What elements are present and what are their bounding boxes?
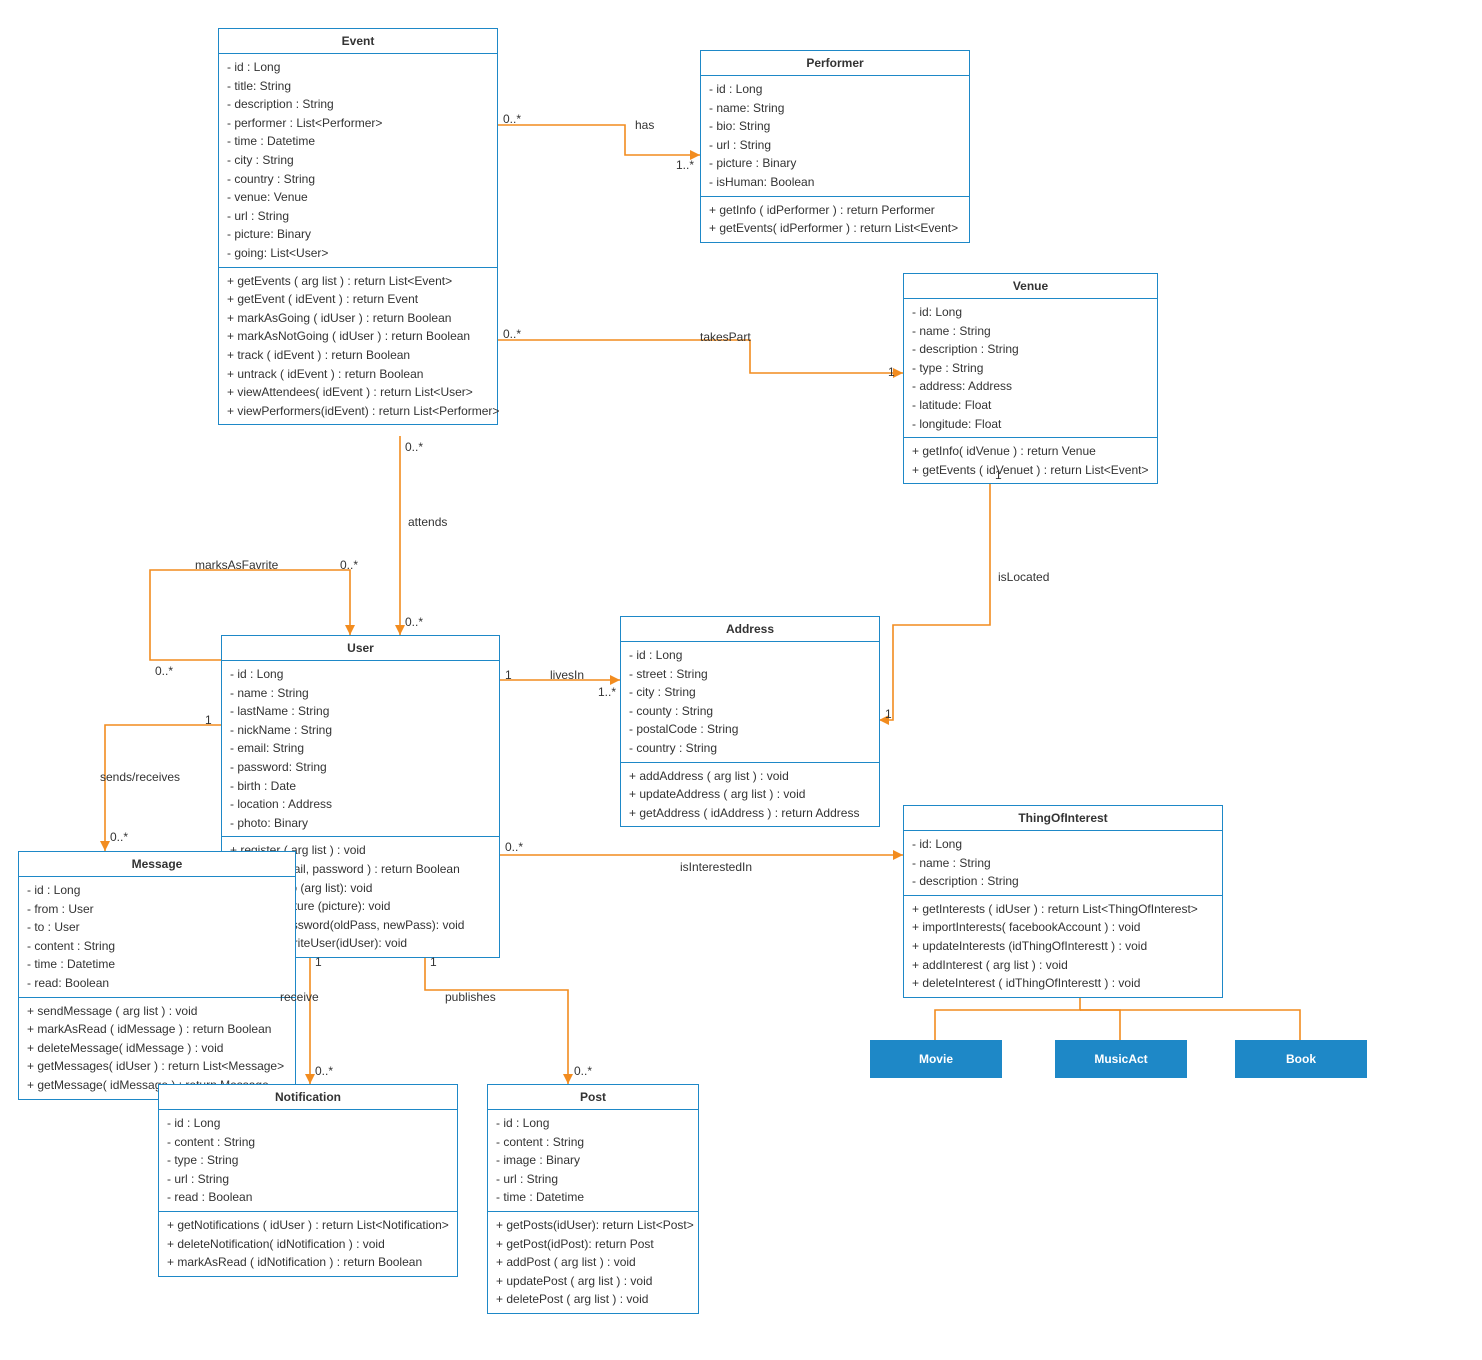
attrs: - id : Long - from : User - to : User - … <box>19 877 295 998</box>
rel-has: has <box>635 118 654 132</box>
attrs: - id : Long - name: String - bio: String… <box>701 76 969 197</box>
mult: 0..* <box>505 840 523 854</box>
mult: 0..* <box>315 1064 333 1078</box>
ops: + addAddress ( arg list ) : void + updat… <box>621 763 879 827</box>
ops: + getInfo ( idPerformer ) : return Perfo… <box>701 197 969 242</box>
class-notification: Notification - id : Long - content : Str… <box>158 1084 458 1277</box>
mult: 1 <box>315 955 322 969</box>
class-title: Address <box>621 617 879 642</box>
uml-canvas: Event - id : Long - title: String - desc… <box>0 0 1482 1360</box>
ops: + getNotifications ( idUser ) : return L… <box>159 1212 457 1276</box>
class-event: Event - id : Long - title: String - desc… <box>218 28 498 425</box>
class-title: Venue <box>904 274 1157 299</box>
class-title: Event <box>219 29 497 54</box>
mult: 1..* <box>676 158 694 172</box>
class-post: Post - id : Long - content : String - im… <box>487 1084 699 1314</box>
class-performer: Performer - id : Long - name: String - b… <box>700 50 970 243</box>
class-venue: Venue - id: Long - name : String - descr… <box>903 273 1158 484</box>
class-music-act: MusicAct <box>1055 1040 1187 1078</box>
attrs: - id: Long - name : String - description… <box>904 299 1157 438</box>
rel-sends-receives: sends/receives <box>100 770 180 784</box>
class-title: Performer <box>701 51 969 76</box>
ops: + getInfo( idVenue ) : return Venue + ge… <box>904 438 1157 483</box>
mult: 0..* <box>340 558 358 572</box>
class-address: Address - id : Long - street : String - … <box>620 616 880 827</box>
mult: 0..* <box>405 440 423 454</box>
rel-is-located: isLocated <box>998 570 1049 584</box>
class-book: Book <box>1235 1040 1367 1078</box>
attrs: - id: Long - name : String - description… <box>904 831 1222 896</box>
class-title: User <box>222 636 499 661</box>
mult: 1 <box>885 707 892 721</box>
class-title: Notification <box>159 1085 457 1110</box>
mult: 0..* <box>574 1064 592 1078</box>
rel-publishes: publishes <box>445 990 496 1004</box>
mult: 1 <box>888 365 895 379</box>
ops: + getPosts(idUser): return List<Post> + … <box>488 1212 698 1313</box>
attrs: - id : Long - content : String - image :… <box>488 1110 698 1212</box>
mult: 1 <box>505 668 512 682</box>
class-title: Post <box>488 1085 698 1110</box>
ops: + getInterests ( idUser ) : return List<… <box>904 896 1222 997</box>
mult: 0..* <box>110 830 128 844</box>
class-movie: Movie <box>870 1040 1002 1078</box>
rel-takes-part: takesPart <box>700 330 751 344</box>
mult: 1..* <box>598 685 616 699</box>
rel-marks-favorite: marksAsFavrite <box>195 558 278 572</box>
mult: 1 <box>205 713 212 727</box>
class-thing-of-interest: ThingOfInterest - id: Long - name : Stri… <box>903 805 1223 998</box>
class-title: ThingOfInterest <box>904 806 1222 831</box>
attrs: - id : Long - title: String - descriptio… <box>219 54 497 268</box>
mult: 1 <box>995 468 1002 482</box>
mult: 0..* <box>405 615 423 629</box>
class-message: Message - id : Long - from : User - to :… <box>18 851 296 1100</box>
rel-receive: receive <box>280 990 319 1004</box>
attrs: - id : Long - content : String - type : … <box>159 1110 457 1212</box>
attrs: - id : Long - name : String - lastName :… <box>222 661 499 837</box>
mult: 0..* <box>503 327 521 341</box>
ops: + getEvents ( arg list ) : return List<E… <box>219 268 497 425</box>
mult: 0..* <box>503 112 521 126</box>
rel-attends: attends <box>408 515 447 529</box>
mult: 0..* <box>155 664 173 678</box>
rel-is-interested-in: isInterestedIn <box>680 860 752 874</box>
class-title: Message <box>19 852 295 877</box>
attrs: - id : Long - street : String - city : S… <box>621 642 879 763</box>
mult: 1 <box>430 955 437 969</box>
rel-lives-in: livesIn <box>550 668 584 682</box>
